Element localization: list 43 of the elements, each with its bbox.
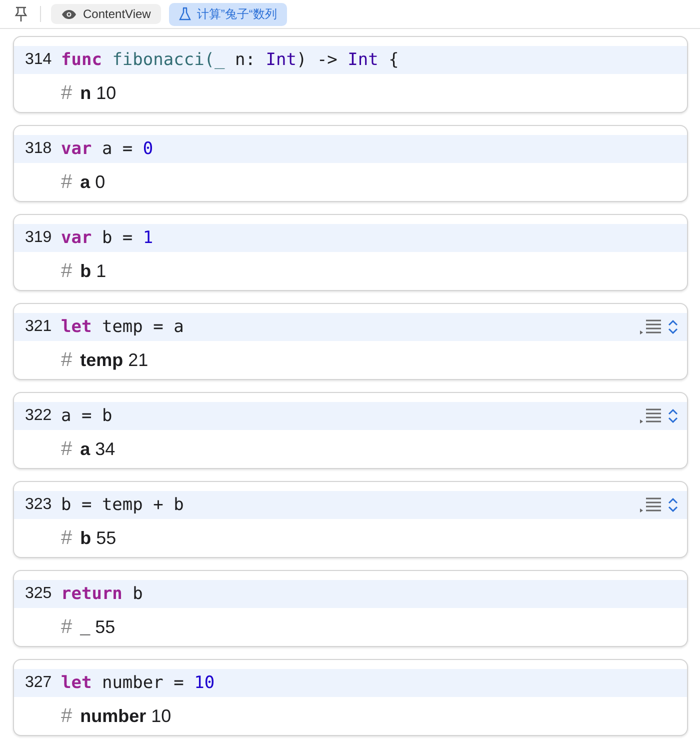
- chevron-up-down-icon[interactable]: [668, 319, 678, 335]
- code-line: func fibonacci(_ n: Int) -> Int {: [61, 50, 400, 70]
- result-marker: #: [61, 438, 72, 460]
- line-number: 319: [25, 229, 53, 247]
- result-value: _ 55: [80, 616, 116, 638]
- result-marker: #: [61, 526, 72, 550]
- result-value: a 0: [80, 172, 106, 192]
- eye-icon: [61, 8, 77, 20]
- code-line: var b = 1: [61, 228, 154, 248]
- code-line: let temp = a: [61, 317, 185, 337]
- code-line: var a = 0: [61, 139, 154, 159]
- result-marker: #: [61, 260, 72, 282]
- line-number: 318: [25, 140, 53, 158]
- result-marker: #: [61, 348, 72, 372]
- code-line: return b: [61, 584, 144, 604]
- chevron-up-down-icon[interactable]: [668, 408, 678, 424]
- line-number: 314: [25, 51, 53, 69]
- result-value: temp 21: [80, 350, 148, 370]
- line-number: 323: [25, 496, 53, 514]
- flask-icon: [178, 7, 191, 21]
- result-value: a 34: [80, 438, 116, 460]
- result-value: b 55: [80, 528, 116, 548]
- list-icon[interactable]: [640, 497, 662, 513]
- result-value: n 10: [80, 82, 116, 104]
- result-value: number 10: [80, 706, 172, 726]
- result-marker: #: [61, 704, 72, 728]
- code-line: let number = 10: [61, 673, 216, 693]
- preview-tab[interactable]: ContentView: [51, 4, 161, 24]
- line-number: 325: [25, 585, 53, 603]
- code-line: b = temp + b: [61, 495, 185, 515]
- result-marker: #: [61, 616, 72, 638]
- preview-tab[interactable]: 计算”兔子“数列: [168, 2, 287, 26]
- code-line: a = b: [61, 406, 114, 426]
- list-icon[interactable]: [640, 408, 662, 424]
- list-icon[interactable]: [640, 319, 662, 335]
- chevron-up-down-icon[interactable]: [668, 497, 678, 513]
- result-value: b 1: [80, 260, 106, 282]
- result-marker: #: [61, 82, 72, 104]
- result-marker: #: [61, 170, 72, 194]
- pin-icon[interactable]: [14, 6, 28, 22]
- line-number: 321: [25, 318, 53, 336]
- line-number: 322: [25, 407, 53, 425]
- line-number: 327: [25, 674, 53, 692]
